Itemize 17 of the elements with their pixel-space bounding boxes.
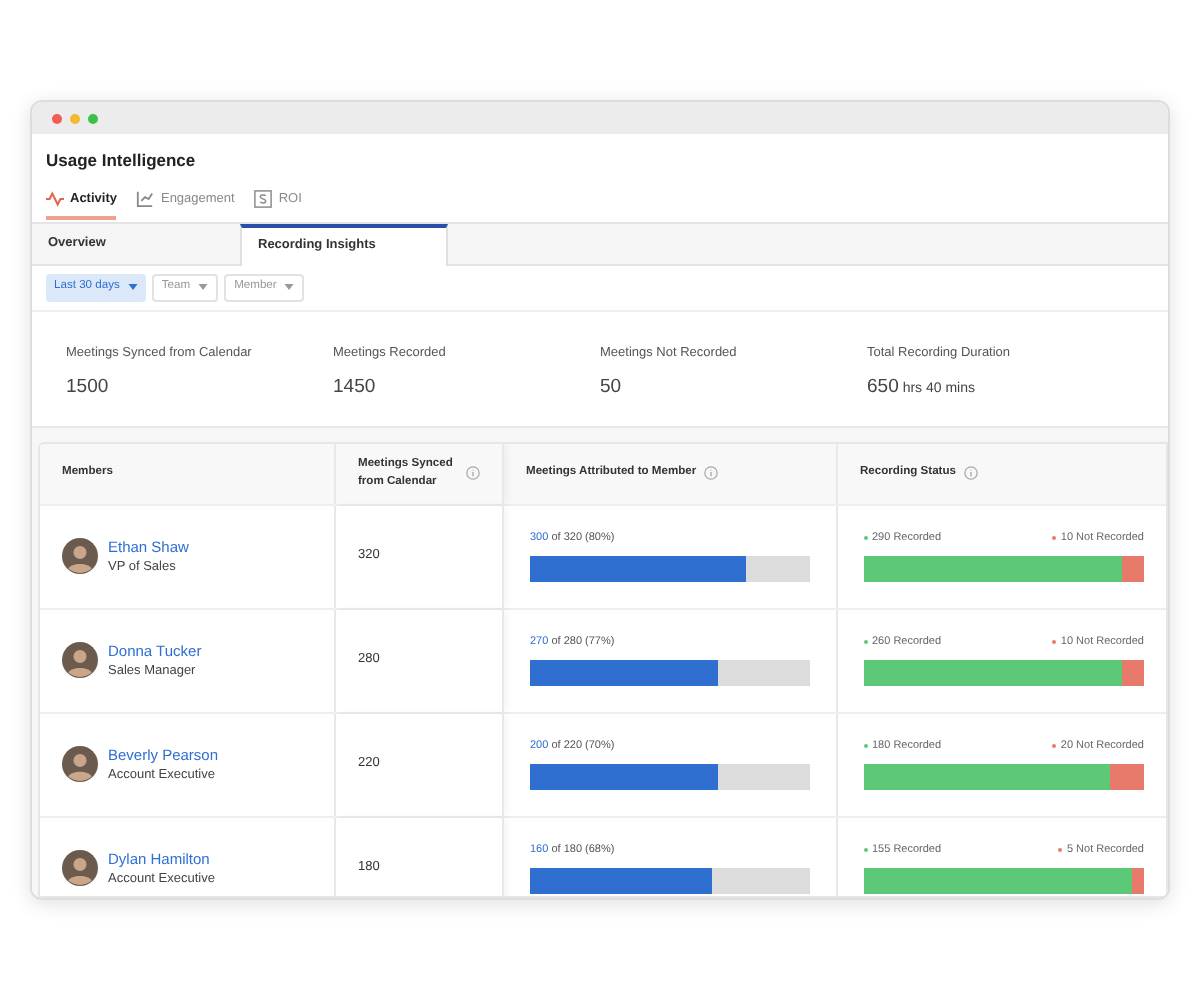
info-icon[interactable] — [964, 466, 978, 480]
avatar — [62, 746, 98, 782]
caret-icon — [284, 284, 295, 290]
caret-icon — [127, 284, 138, 290]
dollar-box-icon — [254, 190, 273, 209]
stat-value: 1500 — [66, 374, 111, 403]
stat-value: 1450 — [333, 374, 378, 403]
caret-icon — [198, 284, 209, 290]
info-icon[interactable] — [704, 466, 719, 480]
chart-icon — [136, 190, 155, 209]
app-title: Usage Intelligence — [46, 148, 198, 174]
stat-value: 50 — [600, 374, 624, 403]
avatar — [62, 850, 98, 886]
info-icon[interactable] — [466, 466, 480, 480]
activity-icon — [46, 190, 64, 209]
avatar — [62, 538, 98, 574]
avatar — [62, 642, 98, 678]
